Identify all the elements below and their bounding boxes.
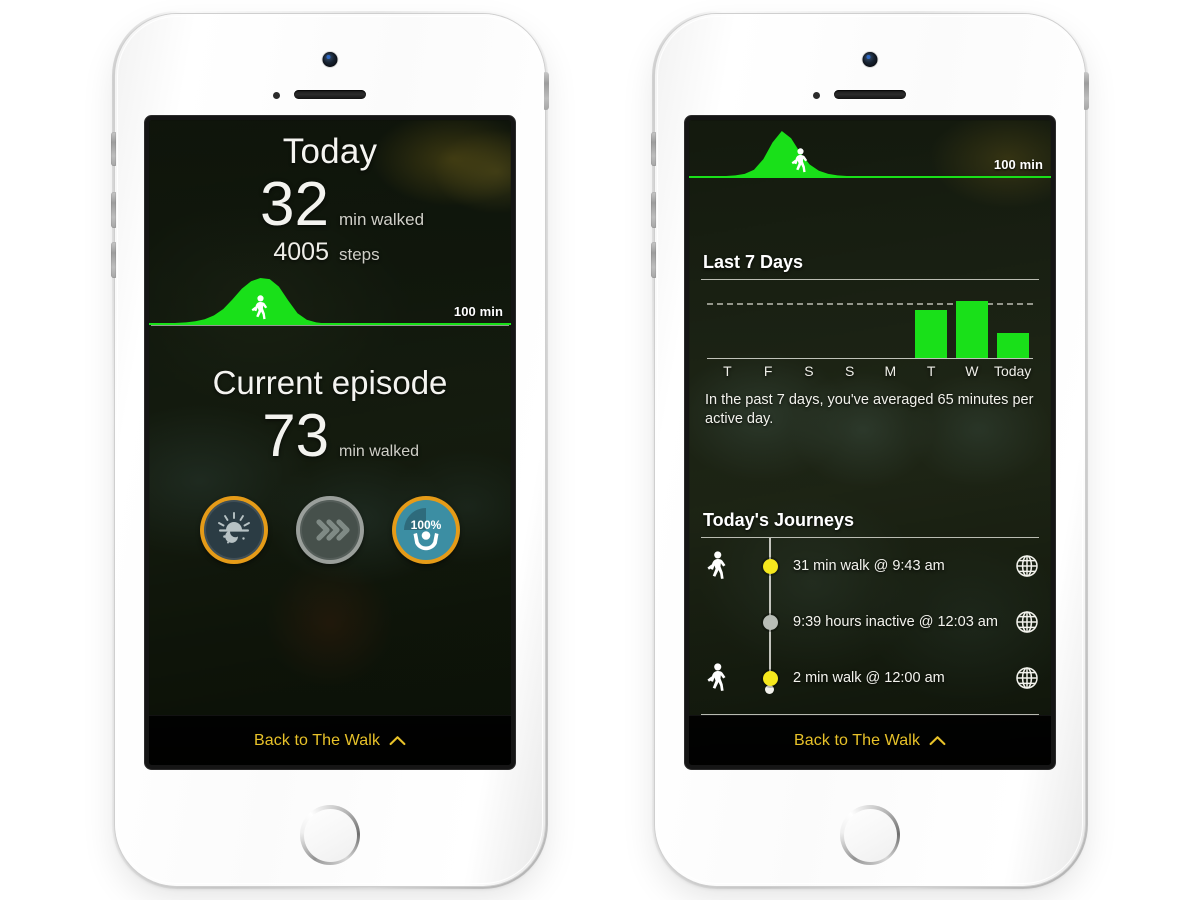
today-minutes-value: 32	[260, 170, 329, 239]
weekly-axis-label: F	[763, 363, 773, 379]
volume-up-button[interactable]	[651, 192, 656, 228]
weekly-bar	[955, 300, 988, 358]
sparkline-max-label: 100 min	[993, 157, 1043, 172]
today-steps-row: 4005 steps	[149, 238, 511, 267]
globe-icon[interactable]	[1015, 610, 1039, 634]
episode-title: Current episode	[212, 364, 448, 401]
sparkline-max-label: 100 min	[453, 304, 503, 319]
weekly-bars	[707, 296, 1033, 358]
screenshot-stage: Today 32 min walked 4005 steps 100 min C…	[0, 0, 1200, 900]
silent-switch[interactable]	[111, 132, 116, 166]
top-spacer	[689, 178, 1051, 252]
today-minutes-row: 32 min walked	[149, 174, 511, 236]
journey-active-dot	[763, 558, 778, 574]
last7-heading: Last 7 Days	[703, 252, 804, 272]
weekly-bar-column	[911, 296, 952, 358]
goal-badge-label: 100%	[411, 518, 442, 532]
walker-icon	[251, 295, 268, 320]
journey-active-dot	[763, 670, 778, 686]
today-summary: Today 32 min walked 4005 steps	[149, 120, 511, 267]
today-steps-unit: steps	[339, 245, 380, 264]
journey-row[interactable]: 2 min walk @ 12:00 am	[689, 650, 1051, 706]
speed-badge[interactable]	[296, 496, 364, 564]
screen-left: Today 32 min walked 4005 steps 100 min C…	[149, 120, 511, 765]
journey-row[interactable]: 9:39 hours inactive @ 12:03 am	[689, 594, 1051, 650]
weekly-axis-label: T	[723, 363, 732, 379]
earpiece-speaker-icon	[294, 90, 366, 99]
weekly-axis-labels: T F S S M T W Today	[707, 363, 1033, 379]
weekly-bar-column	[829, 296, 870, 358]
page-title: Today	[282, 132, 378, 171]
back-to-walk-label: Back to The Walk	[253, 731, 381, 749]
journey-label: 31 min walk @ 9:43 am	[793, 558, 945, 574]
weekly-bar-column	[992, 296, 1033, 358]
phone-left: Today 32 min walked 4005 steps 100 min C…	[111, 11, 549, 889]
volume-down-button[interactable]	[651, 242, 656, 278]
weekly-bar-column	[748, 296, 789, 358]
chevron-up-icon	[389, 736, 406, 746]
weekly-bar	[915, 309, 948, 358]
weekly-axis-label: S	[844, 363, 855, 379]
journey-row[interactable]: 31 min walk @ 9:43 am	[689, 538, 1051, 594]
screen-right: 100 min Last 7 Days T F S S M T W Today In the …	[689, 120, 1051, 765]
globe-icon[interactable]	[1015, 554, 1039, 578]
front-camera-icon	[322, 52, 338, 67]
weekly-axis	[707, 358, 1033, 359]
chevron-up-icon	[929, 736, 946, 746]
weekly-axis-label: M	[884, 363, 897, 379]
episode-minutes-unit: min walked	[339, 443, 420, 460]
sun-moon-icon	[218, 512, 250, 544]
episode-minutes-value: 73	[262, 402, 329, 469]
journey-inactive-dot	[763, 614, 778, 630]
journey-label: 9:39 hours inactive @ 12:03 am	[793, 614, 998, 630]
current-episode-section: Current episode 73 min walked 100%	[149, 326, 511, 715]
home-button[interactable]	[300, 805, 360, 865]
proximity-sensor-icon	[813, 92, 820, 99]
today-steps-value: 4005	[273, 238, 329, 266]
mid-spacer	[689, 443, 1051, 510]
weekly-bar-column	[707, 296, 748, 358]
activity-sparkline: 100 min	[689, 120, 1051, 178]
goal-badge[interactable]: 100%	[392, 496, 460, 564]
weekly-bar-column	[952, 296, 993, 358]
back-to-walk-button[interactable]: Back to The Walk	[689, 715, 1051, 765]
celebrate-person-icon: 100%	[404, 508, 442, 551]
weekly-bar-chart: T F S S M T W Today	[689, 280, 1051, 379]
weekly-axis-label: Today	[993, 363, 1032, 379]
today-minutes-unit: min walked	[339, 210, 425, 229]
triple-chevron-icon	[316, 519, 350, 541]
back-to-walk-label: Back to The Walk	[793, 731, 921, 749]
episode-minutes-row: 73 min walked	[149, 406, 511, 466]
home-button[interactable]	[840, 805, 900, 865]
weekly-axis-label: T	[926, 363, 936, 379]
badge-row: 100%	[149, 496, 511, 564]
journey-label: 2 min walk @ 12:00 am	[793, 670, 945, 686]
walker-icon	[707, 551, 726, 579]
weekly-summary-text: In the past 7 days, you've averaged 65 m…	[705, 392, 1034, 428]
volume-down-button[interactable]	[111, 242, 116, 278]
journeys-section: 31 min walk @ 9:43 am 9:39 hours inactive…	[689, 538, 1051, 714]
power-button[interactable]	[1084, 72, 1089, 110]
volume-up-button[interactable]	[111, 192, 116, 228]
phone-right: 100 min Last 7 Days T F S S M T W Today In the …	[651, 11, 1089, 889]
weekly-axis-label: S	[804, 363, 814, 379]
journeys-heading: Today's Journeys	[703, 510, 854, 530]
globe-icon[interactable]	[1015, 666, 1039, 690]
journey-list: 31 min walk @ 9:43 am 9:39 hours inactive…	[689, 538, 1051, 706]
weekly-plot-area	[707, 296, 1033, 358]
power-button[interactable]	[544, 72, 549, 110]
walker-icon	[791, 148, 808, 173]
weekly-bar-column	[789, 296, 830, 358]
weekly-axis-label: W	[965, 363, 979, 379]
activity-sparkline: 100 min	[149, 267, 511, 325]
day-night-badge[interactable]	[200, 496, 268, 564]
walker-icon	[707, 663, 726, 691]
front-camera-icon	[862, 52, 878, 67]
silent-switch[interactable]	[651, 132, 656, 166]
weekly-bar	[996, 333, 1029, 358]
back-to-walk-button[interactable]: Back to The Walk	[149, 715, 511, 765]
earpiece-speaker-icon	[834, 90, 906, 99]
weekly-bar-column	[870, 296, 911, 358]
proximity-sensor-icon	[273, 92, 280, 99]
